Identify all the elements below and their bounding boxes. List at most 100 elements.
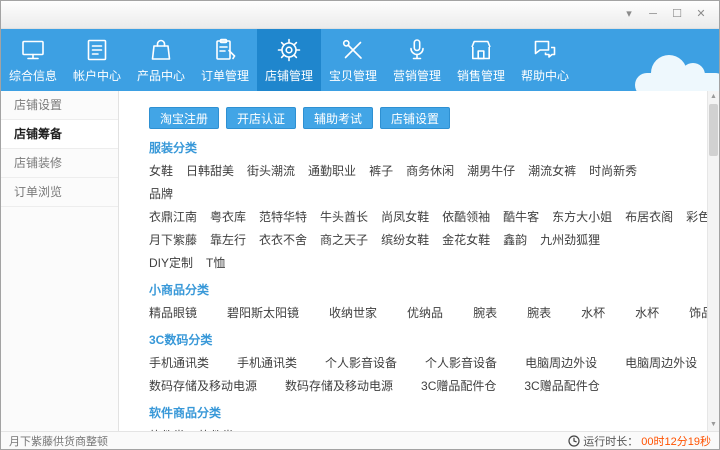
main-nav: 综合信息 帐户中心 产品中心 订单管理 店铺管理 [1,29,719,91]
main-area: 店铺设置 店铺筹备 店铺装修 订单浏览 淘宝注册 开店认证 辅助考试 店铺设置 … [1,91,719,431]
vertical-scrollbar[interactable]: ▲ ▼ [707,91,719,431]
category-link[interactable]: T恤 [206,256,225,271]
nav-label: 订单管理 [201,67,249,84]
category-link[interactable]: 九州劲狐狸 [540,233,600,248]
tools-icon [340,37,366,63]
nav-item-comprehensive-info[interactable]: 综合信息 [1,29,65,91]
sidebar-item-order-browse[interactable]: 订单浏览 [1,178,118,207]
category-link[interactable]: 手机通讯类 [237,356,297,371]
category-link[interactable]: 精品眼镜 [149,306,197,321]
scroll-down-icon[interactable]: ▼ [708,419,719,431]
sidebar-item-shop-preparation[interactable]: 店铺筹备 [1,120,118,149]
close-button[interactable]: ✕ [689,6,713,24]
category-link[interactable]: 手机通讯类 [149,356,209,371]
category-link[interactable]: DIY定制 [149,256,193,271]
category-link[interactable]: 衣衣不舍 [259,233,307,248]
category-link[interactable]: 布居衣阁 [625,210,673,225]
minimize-button[interactable]: ─ [641,6,665,24]
window-menu-button[interactable]: ▾ [617,6,641,24]
section-title: 软件商品分类 [149,406,693,421]
nav-item-shop-management[interactable]: 店铺管理 [257,29,321,91]
category-link[interactable]: 街头潮流 [247,164,295,179]
nav-item-product-center[interactable]: 产品中心 [129,29,193,91]
category-link[interactable]: 范特华特 [259,210,307,225]
category-link[interactable]: 软件类 [149,429,185,431]
category-link[interactable]: 潮流女裤 [528,164,576,179]
category-link[interactable]: 金花女鞋 [442,233,490,248]
category-link[interactable]: 日韩甜美 [186,164,234,179]
category-link[interactable]: 时尚新秀 [589,164,637,179]
category-link[interactable]: 收纳世家 [329,306,377,321]
category-link[interactable]: 潮男牛仔 [467,164,515,179]
minimize-icon: ─ [649,9,657,20]
category-link[interactable]: 数码存储及移动电源 [149,379,257,394]
section-title: 小商品分类 [149,283,693,298]
maximize-button[interactable]: ☐ [665,6,689,24]
nav-item-item-management[interactable]: 宝贝管理 [321,29,385,91]
nav-item-sales-management[interactable]: 销售管理 [449,29,513,91]
nav-label: 综合信息 [9,67,57,84]
category-link[interactable]: 电脑周边外设 [525,356,597,371]
nav-label: 产品中心 [137,67,185,84]
category-link[interactable]: 酷牛客 [503,210,539,225]
status-left-text: 月下紫藤供货商整顿 [9,433,108,449]
category-link[interactable]: 鑫韵 [503,233,527,248]
category-link[interactable]: 品牌 [149,187,173,202]
clipboard-icon [212,37,238,63]
category-link[interactable]: 女鞋 [149,164,173,179]
category-link[interactable]: 优纳品 [407,306,443,321]
section-title: 3C数码分类 [149,333,693,348]
scroll-up-icon[interactable]: ▲ [708,91,719,103]
category-link[interactable]: 个人影音设备 [325,356,397,371]
category-link[interactable]: 月下紫藤 [149,233,197,248]
category-link[interactable]: 裤子 [369,164,393,179]
category-link[interactable]: 通勤职业 [308,164,356,179]
category-link[interactable]: 牛头酋长 [320,210,368,225]
sidebar-item-shop-settings[interactable]: 店铺设置 [1,91,118,120]
category-link[interactable]: 软件类 [198,429,234,431]
maximize-icon: ☐ [672,9,682,20]
link-row: DIY定制 T恤 [149,256,693,271]
scrollbar-thumb[interactable] [709,104,718,156]
nav-item-marketing-management[interactable]: 营销管理 [385,29,449,91]
category-link[interactable]: 3C赠品配件仓 [524,379,599,394]
category-link[interactable]: 电脑周边外设 [625,356,697,371]
nav-label: 帮助中心 [521,67,569,84]
link-row: 手机通讯类手机通讯类个人影音设备个人影音设备电脑周边外设电脑周边外设 [149,356,693,371]
category-link[interactable]: 水杯 [635,306,659,321]
category-link[interactable]: 3C赠品配件仓 [421,379,496,394]
category-link[interactable]: 尚凤女鞋 [381,210,429,225]
nav-item-account-center[interactable]: 帐户中心 [65,29,129,91]
category-link[interactable]: 商之天子 [320,233,368,248]
category-link[interactable]: 衣鼎江南 [149,210,197,225]
category-link[interactable]: 碧阳斯太阳镜 [227,306,299,321]
link-row: 品牌 [149,187,693,202]
assist-exam-button[interactable]: 辅助考试 [303,107,373,129]
title-bar: ▾ ─ ☐ ✕ [1,1,719,29]
sidebar-item-shop-decoration[interactable]: 店铺装修 [1,149,118,178]
toolbar: 淘宝注册 开店认证 辅助考试 店铺设置 [149,107,693,129]
category-link[interactable]: 东方大小姐 [552,210,612,225]
shop-settings-button[interactable]: 店铺设置 [380,107,450,129]
gear-icon [276,37,302,63]
runtime-value: 00时12分19秒 [641,433,711,449]
link-row: 月下紫藤靠左行衣衣不舍商之天子缤纷女鞋金花女鞋鑫韵九州劲狐狸 [149,233,693,248]
nav-item-help-center[interactable]: 帮助中心 [513,29,577,91]
category-link[interactable]: 腕表 [527,306,551,321]
category-link[interactable]: 依酷领袖 [442,210,490,225]
section: 软件商品分类软件类 软件类 [149,406,693,431]
category-link[interactable]: 粤衣库 [210,210,246,225]
category-link[interactable]: 商务休闲 [406,164,454,179]
nav-label: 帐户中心 [73,67,121,84]
link-row: 软件类 软件类 [149,429,693,431]
nav-item-order-management[interactable]: 订单管理 [193,29,257,91]
category-link[interactable]: 缤纷女鞋 [381,233,429,248]
category-link[interactable]: 水杯 [581,306,605,321]
taobao-register-button[interactable]: 淘宝注册 [149,107,219,129]
category-link[interactable]: 靠左行 [210,233,246,248]
category-link[interactable]: 个人影音设备 [425,356,497,371]
category-link[interactable]: 腕表 [473,306,497,321]
shop-certification-button[interactable]: 开店认证 [226,107,296,129]
category-link[interactable]: 数码存储及移动电源 [285,379,393,394]
microphone-icon [404,37,430,63]
